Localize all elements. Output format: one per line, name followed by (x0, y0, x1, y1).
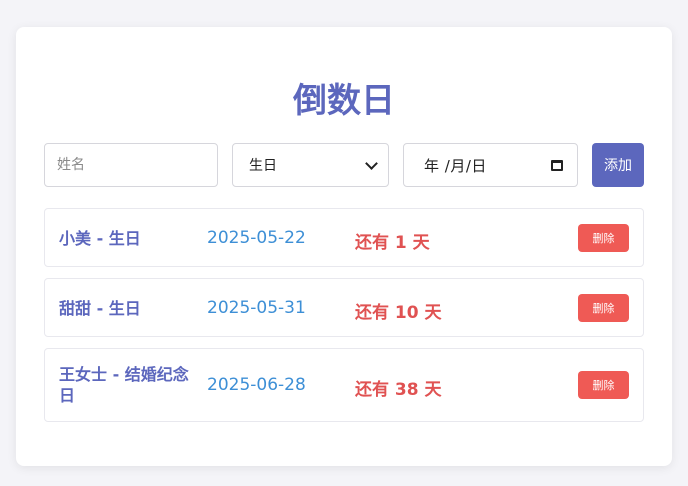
name-input[interactable] (44, 143, 218, 187)
date-input-value: 年 /月/日 (424, 156, 487, 175)
list-item: 甜甜 - 生日 2025-05-31 还有 10 天 删除 (44, 278, 644, 337)
event-date: 2025-05-22 (207, 228, 306, 248)
event-countdown: 还有 38 天 (355, 380, 442, 400)
page-title: 倒数日 (293, 81, 395, 121)
add-button[interactable]: 添加 (592, 143, 644, 187)
chevron-down-icon (365, 156, 378, 170)
list-item: 小美 - 生日 2025-05-22 还有 1 天 删除 (44, 208, 644, 267)
date-input[interactable]: 年 /月/日 (403, 143, 578, 187)
event-type-select[interactable]: 生日 (232, 143, 389, 187)
delete-button[interactable]: 删除 (578, 224, 629, 252)
countdown-card: 倒数日 生日 年 /月/日 添加 小美 - 生日 2025-05-22 还有 1… (16, 27, 672, 466)
event-type-value: 生日 (249, 158, 277, 174)
delete-button[interactable]: 删除 (578, 294, 629, 322)
event-countdown: 还有 1 天 (355, 233, 430, 253)
event-name: 小美 - 生日 (59, 229, 141, 248)
event-date: 2025-06-28 (207, 375, 306, 395)
list-item: 王女士 - 结婚纪念日 2025-06-28 还有 38 天 删除 (44, 348, 644, 422)
event-countdown: 还有 10 天 (355, 303, 442, 323)
delete-button[interactable]: 删除 (578, 371, 629, 399)
event-name: 甜甜 - 生日 (59, 299, 141, 318)
event-date: 2025-05-31 (207, 298, 306, 318)
calendar-icon[interactable] (551, 159, 563, 171)
event-name: 王女士 - 结婚纪念日 (59, 365, 189, 405)
